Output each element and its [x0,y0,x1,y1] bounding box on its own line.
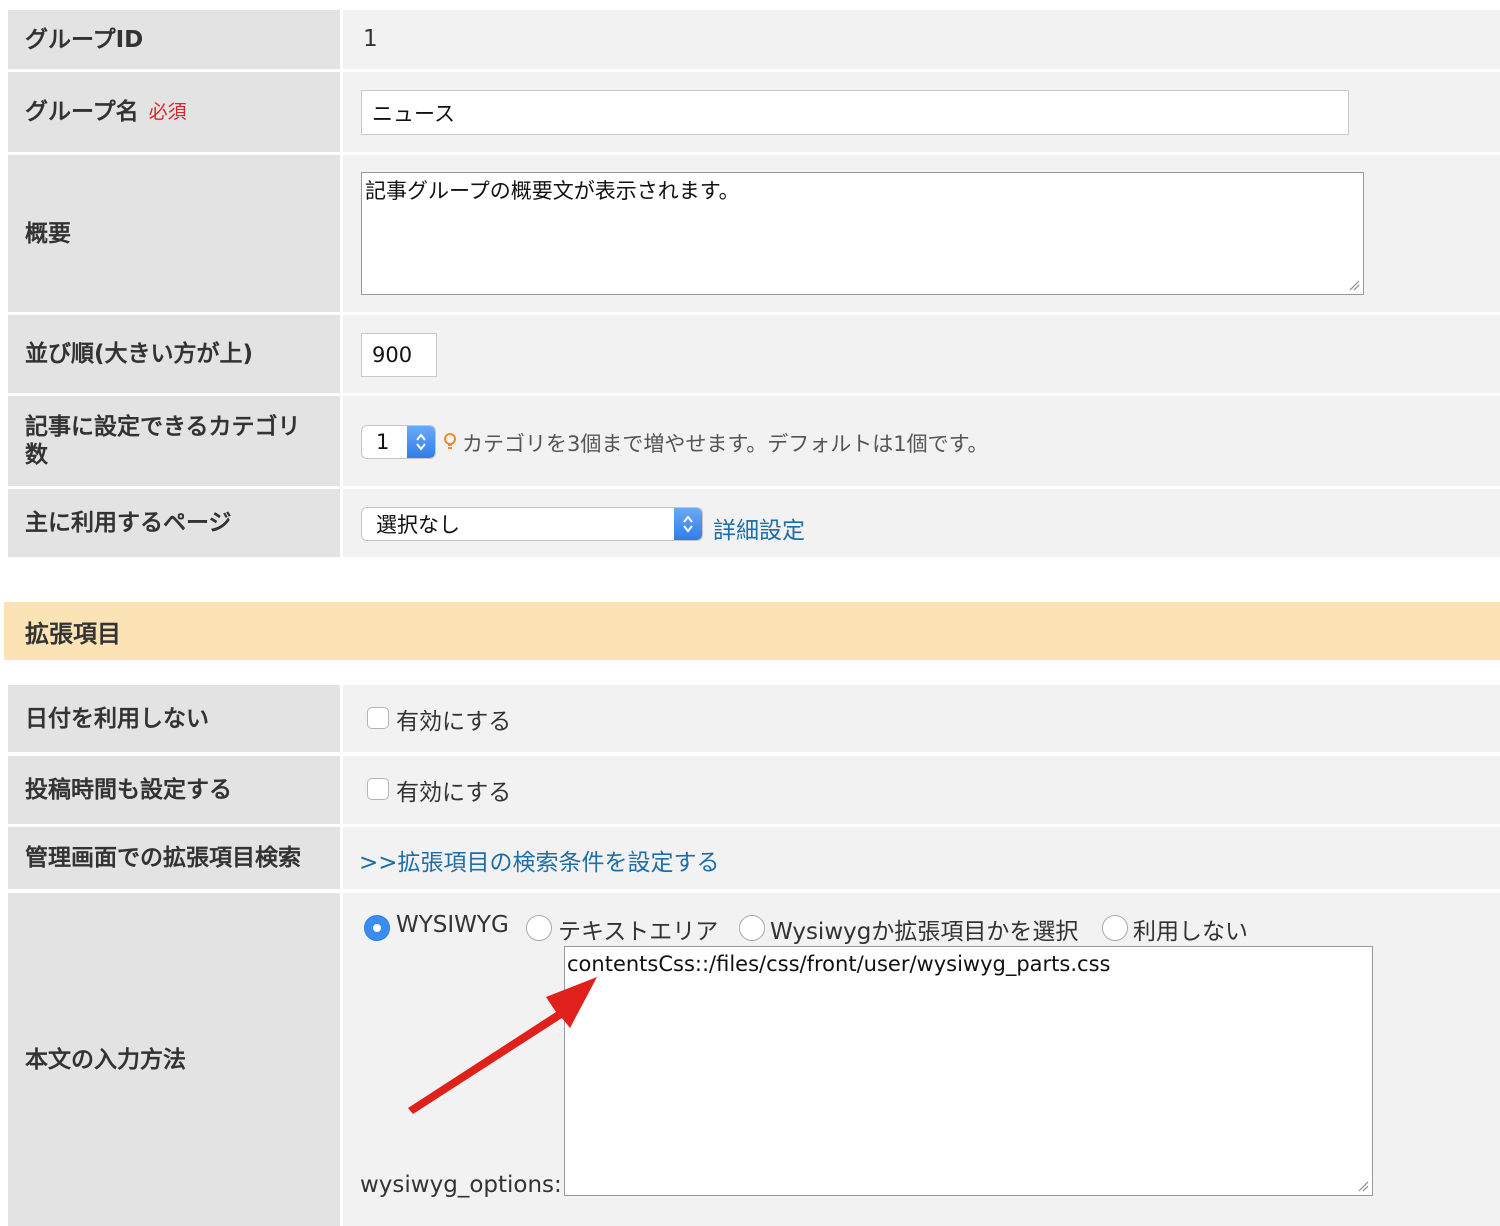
summary-textarea[interactable]: 記事グループの概要文が表示されます。 [361,172,1364,295]
row-group-id: グループID 1 [8,10,1500,69]
no-date-checkbox-label[interactable]: 有効にする [396,702,511,736]
category-count-value: 1 [376,430,390,454]
post-time-checkbox[interactable] [367,778,389,800]
search-conditions-link[interactable]: >>拡張項目の検索条件を設定する [359,843,720,877]
wysiwyg-options-textarea[interactable]: contentsCss::/files/css/front/user/wysiw… [564,946,1373,1196]
select-arrows-icon [674,508,702,540]
radio-wysiwyg[interactable] [364,915,390,941]
no-date-checkbox[interactable] [367,707,389,729]
main-page-select[interactable]: 選択なし [361,507,703,541]
category-count-label-line2: 数 [25,442,48,468]
radio-textarea-label[interactable]: テキストエリア [558,912,718,946]
group-name-label: グループ名 [25,99,139,125]
row-body-input: 本文の入力方法 WYSIWYG テキストエリア Wysiwygか拡張項目かを選択… [8,893,1500,1226]
wysiwyg-options-text: contentsCss::/files/css/front/user/wysiw… [567,952,1111,976]
select-arrows-icon [407,426,435,458]
category-count-label-line1: 記事に設定できるカテゴリ [25,414,301,440]
summary-text: 記事グループの概要文が表示されます。 [365,179,740,203]
category-count-select[interactable]: 1 [361,425,436,459]
detail-settings-link[interactable]: 詳細設定 [713,511,805,545]
row-no-date: 日付を利用しない 有効にする [8,685,1500,752]
extension-section-header: 拡張項目 [4,602,1500,660]
summary-label: 概要 [8,155,340,312]
admin-search-label: 管理画面での拡張項目検索 [8,827,340,889]
radio-textarea[interactable] [526,915,552,941]
resize-grip-icon[interactable] [1348,279,1360,291]
radio-not-used[interactable] [1102,915,1128,941]
group-id-label: グループID [8,10,340,69]
radio-wysiwyg-label[interactable]: WYSIWYG [396,912,509,938]
post-time-label: 投稿時間も設定する [8,756,340,824]
row-sort-order: 並び順(大きい方が上) 900 [8,315,1500,393]
no-date-label: 日付を利用しない [8,685,340,752]
radio-not-used-label[interactable]: 利用しない [1133,912,1248,946]
body-input-label: 本文の入力方法 [8,893,340,1226]
row-category-count: 記事に設定できるカテゴリ 数 1 カテゴリを3個まで増やせます。デフォルトは1個… [8,396,1500,486]
sort-order-input[interactable]: 900 [361,333,437,377]
main-page-value: 選択なし [376,513,460,537]
group-name-input[interactable]: ニュース [361,90,1349,135]
sort-order-label: 並び順(大きい方が上) [8,315,340,393]
radio-wysiwyg-or-extension[interactable] [739,915,765,941]
main-page-label: 主に利用するページ [8,489,340,557]
post-time-checkbox-label[interactable]: 有効にする [396,773,511,807]
row-summary: 概要 記事グループの概要文が表示されます。 [8,155,1500,312]
row-main-page: 主に利用するページ 選択なし 詳細設定 [8,489,1500,557]
lightbulb-icon [444,433,456,449]
row-admin-search: 管理画面での拡張項目検索 >>拡張項目の検索条件を設定する [8,827,1500,889]
wysiwyg-options-label: wysiwyg_options: [360,1172,562,1198]
radio-wysiwyg-or-extension-label[interactable]: Wysiwygか拡張項目かを選択 [770,912,1078,946]
resize-grip-icon[interactable] [1357,1180,1369,1192]
category-count-hint: カテゴリを3個まで増やせます。デフォルトは1個です。 [462,432,989,456]
row-post-time: 投稿時間も設定する 有効にする [8,756,1500,824]
required-badge: 必須 [148,101,187,123]
row-group-name: グループ名 必須 ニュース [8,72,1500,152]
group-id-value: 1 [363,26,378,52]
